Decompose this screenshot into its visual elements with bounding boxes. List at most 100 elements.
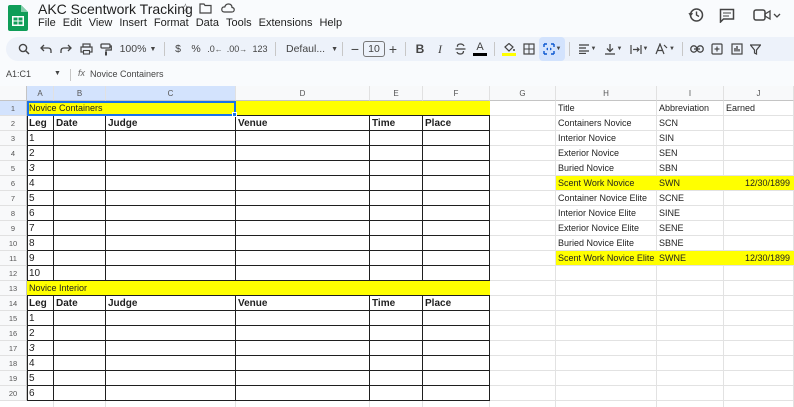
strikethrough-icon[interactable]: [450, 37, 470, 61]
text-rotation-icon[interactable]: ▼: [652, 37, 678, 61]
titles-header-earned[interactable]: Earned: [724, 101, 794, 115]
leg-number[interactable]: 1: [27, 311, 54, 325]
title-earned-date[interactable]: [724, 221, 794, 235]
title-earned-date[interactable]: [724, 161, 794, 175]
decrease-decimal-button[interactable]: .0 ←: [205, 37, 225, 61]
title-name[interactable]: Exterior Novice: [556, 146, 657, 160]
menu-tools[interactable]: Tools: [226, 17, 252, 29]
merge-cells-icon[interactable]: ▼: [539, 37, 565, 61]
title-earned-date[interactable]: [724, 206, 794, 220]
row-header-6[interactable]: 6: [0, 176, 27, 191]
column-label-date[interactable]: Date: [54, 116, 106, 130]
leg-number[interactable]: 5: [27, 191, 54, 205]
title-earned-date[interactable]: [724, 116, 794, 130]
leg-number[interactable]: 4: [27, 356, 54, 370]
menu-format[interactable]: Format: [154, 17, 189, 29]
leg-number[interactable]: 2: [27, 146, 54, 160]
title-name[interactable]: Exterior Novice Elite: [556, 221, 657, 235]
title-abbreviation[interactable]: SWNE: [657, 251, 724, 265]
paint-format-icon[interactable]: [96, 37, 116, 61]
column-label-time[interactable]: Time: [370, 296, 423, 310]
menu-insert[interactable]: Insert: [119, 17, 147, 29]
title-abbreviation[interactable]: SIN: [657, 131, 724, 145]
star-icon[interactable]: ☆: [180, 1, 191, 15]
formula-input[interactable]: Novice Containers: [90, 69, 164, 79]
row-header-12[interactable]: 12: [0, 266, 27, 281]
leg-number[interactable]: 3: [27, 341, 54, 355]
column-header-a[interactable]: A: [27, 86, 54, 101]
leg-number[interactable]: 10: [27, 266, 54, 280]
row-header-16[interactable]: 16: [0, 326, 27, 341]
insert-chart-icon[interactable]: [727, 37, 747, 61]
insert-link-icon[interactable]: [687, 37, 707, 61]
undo-icon[interactable]: [36, 37, 56, 61]
insert-comment-icon[interactable]: [707, 37, 727, 61]
zoom-dropdown[interactable]: 100% ▼: [116, 37, 160, 61]
document-title[interactable]: AKC Scentwork Tracking: [38, 1, 193, 17]
filter-icon[interactable]: [747, 37, 763, 61]
text-color-button[interactable]: A: [470, 37, 490, 61]
leg-number[interactable]: 6: [27, 386, 54, 400]
leg-number[interactable]: 3: [27, 161, 54, 175]
title-name[interactable]: Containers Novice: [556, 116, 657, 130]
title-abbreviation[interactable]: SEN: [657, 146, 724, 160]
text-wrapping-icon[interactable]: ▼: [626, 37, 652, 61]
name-box[interactable]: A1:C1: [6, 69, 31, 79]
title-earned-date[interactable]: 12/30/1899: [724, 251, 794, 265]
menu-extensions[interactable]: Extensions: [259, 17, 313, 29]
title-name[interactable]: Interior Novice: [556, 131, 657, 145]
font-size-box[interactable]: 10: [363, 37, 385, 61]
redo-icon[interactable]: [56, 37, 76, 61]
menu-help[interactable]: Help: [319, 17, 342, 29]
leg-number[interactable]: 2: [27, 326, 54, 340]
column-header-j[interactable]: J: [724, 86, 794, 101]
title-earned-date[interactable]: [724, 191, 794, 205]
row-header-2[interactable]: 2: [0, 116, 27, 131]
row-header-7[interactable]: 7: [0, 191, 27, 206]
italic-button[interactable]: I: [430, 37, 450, 61]
leg-number[interactable]: 5: [27, 371, 54, 385]
column-label-venue[interactable]: Venue: [236, 116, 370, 130]
row-header-20[interactable]: 20: [0, 386, 27, 401]
selection-handle[interactable]: [232, 112, 237, 117]
menu-file[interactable]: File: [38, 17, 56, 29]
title-abbreviation[interactable]: SINE: [657, 206, 724, 220]
select-all-corner[interactable]: [0, 86, 27, 101]
row-header-1[interactable]: 1: [0, 101, 27, 116]
column-header-b[interactable]: B: [54, 86, 106, 101]
vertical-align-icon[interactable]: ▼: [600, 37, 626, 61]
menu-edit[interactable]: Edit: [63, 17, 82, 29]
comments-icon[interactable]: [717, 4, 737, 26]
column-label-venue[interactable]: Venue: [236, 296, 370, 310]
title-earned-date[interactable]: [724, 146, 794, 160]
increase-font-size-button[interactable]: +: [385, 37, 401, 61]
title-abbreviation[interactable]: SBN: [657, 161, 724, 175]
row-header-14[interactable]: 14: [0, 296, 27, 311]
column-header-e[interactable]: E: [370, 86, 423, 101]
font-family-dropdown[interactable]: Defaul... ▼: [280, 37, 338, 61]
leg-number[interactable]: 6: [27, 206, 54, 220]
borders-icon[interactable]: [519, 37, 539, 61]
column-label-time[interactable]: Time: [370, 116, 423, 130]
column-label-judge[interactable]: Judge: [106, 296, 236, 310]
version-history-icon[interactable]: [686, 4, 706, 26]
column-label-leg[interactable]: Leg: [27, 116, 54, 130]
meet-call-icon[interactable]: [752, 4, 782, 26]
more-formats-button[interactable]: 123: [249, 37, 271, 61]
menu-data[interactable]: Data: [196, 17, 219, 29]
title-abbreviation[interactable]: SENE: [657, 221, 724, 235]
leg-number[interactable]: 9: [27, 251, 54, 265]
column-header-d[interactable]: D: [236, 86, 370, 101]
title-name[interactable]: Scent Work Novice: [556, 176, 657, 190]
section-title[interactable]: Novice Interior: [27, 281, 490, 295]
column-label-place[interactable]: Place: [423, 296, 490, 310]
row-header-3[interactable]: 3: [0, 131, 27, 146]
row-header-10[interactable]: 10: [0, 236, 27, 251]
format-percent-button[interactable]: %: [187, 37, 205, 61]
title-abbreviation[interactable]: SBNE: [657, 236, 724, 250]
column-header-g[interactable]: G: [490, 86, 556, 101]
title-name[interactable]: Container Novice Elite: [556, 191, 657, 205]
title-abbreviation[interactable]: SWN: [657, 176, 724, 190]
menu-view[interactable]: View: [89, 17, 113, 29]
column-header-h[interactable]: H: [556, 86, 657, 101]
